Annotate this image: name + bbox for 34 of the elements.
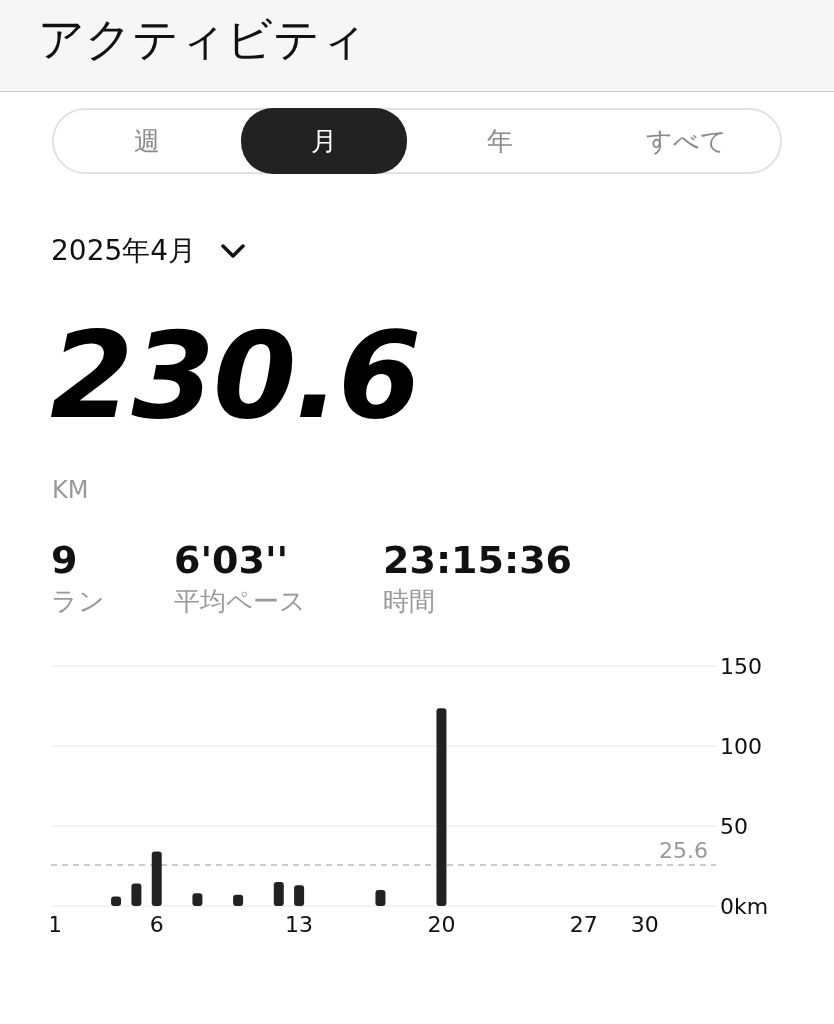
bar [151, 851, 162, 906]
stat-value: 6'03'' [174, 540, 290, 582]
stat-label: ラン [51, 584, 106, 618]
average-label: 25.6 [659, 837, 708, 863]
axis-label: 150 [720, 653, 762, 679]
axis-label: 50 [720, 813, 748, 839]
period-tab[interactable]: すべて [593, 110, 780, 172]
total-distance: 230.6 [50, 316, 421, 436]
stat-label: 平均ペース [174, 584, 307, 618]
bar [111, 896, 122, 906]
axis-label: 20 [427, 911, 456, 937]
bar [273, 881, 284, 906]
axis-label: 6 [149, 911, 164, 937]
distance-unit: KM [52, 475, 90, 506]
axis-label: 100 [720, 733, 762, 759]
page-title: アクティビティ [38, 11, 368, 68]
axis-label: 13 [285, 911, 314, 937]
axis-label: 1 [51, 911, 63, 937]
stat-label: 時間 [383, 584, 436, 618]
period-label[interactable]: 2025年4月 [51, 230, 197, 272]
axis-label: 0km [720, 893, 769, 919]
stat-value: 9 [51, 540, 79, 582]
bar [375, 889, 386, 906]
period-tab[interactable]: 週 [54, 110, 241, 172]
period-tab[interactable]: 月 [240, 108, 407, 174]
axis-label: 30 [630, 911, 659, 937]
bar [131, 883, 142, 906]
stat-value: 23:15:36 [383, 540, 574, 582]
chevron-down-icon[interactable] [220, 243, 247, 259]
bar [294, 885, 305, 906]
period-tab[interactable]: 年 [406, 110, 594, 172]
bar [233, 894, 244, 906]
bar [192, 893, 203, 906]
axis-label: 27 [569, 911, 598, 937]
